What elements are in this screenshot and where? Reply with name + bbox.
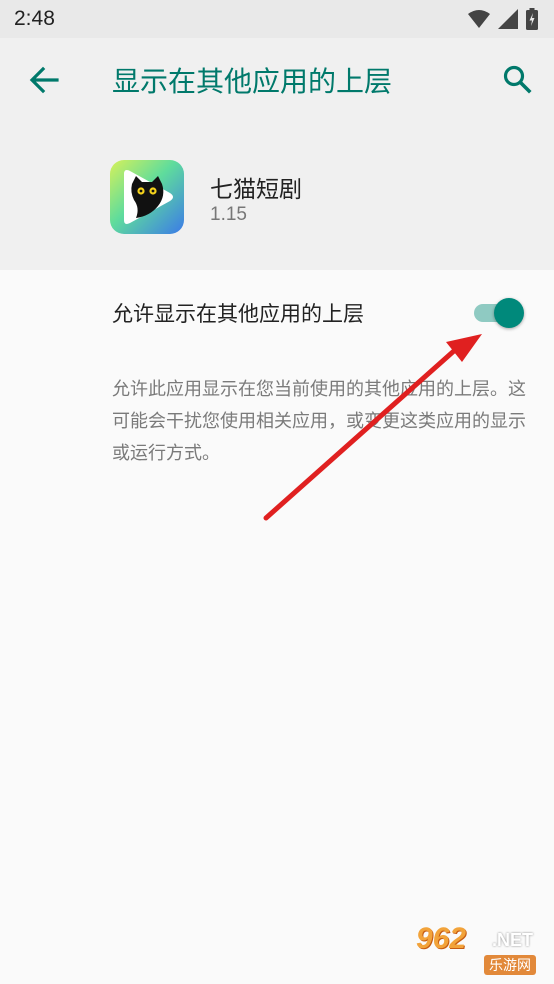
search-icon [503, 65, 532, 94]
app-name: 七猫短剧 [210, 177, 302, 203]
app-icon [110, 160, 184, 234]
overlay-permission-toggle[interactable] [470, 296, 526, 330]
cell-signal-icon [498, 9, 518, 29]
app-header: 七猫短剧 1.15 [0, 122, 554, 270]
page-title: 显示在其他应用的上层 [112, 65, 393, 98]
battery-icon [526, 8, 538, 30]
app-bar: 显示在其他应用的上层 [0, 38, 554, 122]
app-version: 1.15 [210, 204, 247, 225]
back-button[interactable] [22, 58, 66, 102]
setting-row-overlay-permission[interactable]: 允许显示在其他应用的上层 [0, 270, 554, 356]
arrow-left-icon [29, 66, 59, 94]
status-time: 2:48 [14, 7, 55, 30]
wifi-icon [468, 10, 490, 28]
watermark-subtitle: 乐游网 [484, 955, 536, 975]
search-button[interactable] [496, 58, 540, 102]
status-icons [468, 8, 538, 30]
toggle-thumb [494, 298, 524, 328]
watermark-suffix: .NET [492, 930, 534, 950]
setting-label: 允许显示在其他应用的上层 [112, 302, 364, 326]
watermark-brand: 962 [416, 922, 467, 955]
status-bar: 2:48 [0, 0, 554, 38]
setting-description: 允许此应用显示在您当前使用的其他应用的上层。这可能会干扰您使用相关应用，或变更这… [112, 379, 526, 464]
watermark-logo: 962 .NET 乐游网 [416, 922, 546, 978]
